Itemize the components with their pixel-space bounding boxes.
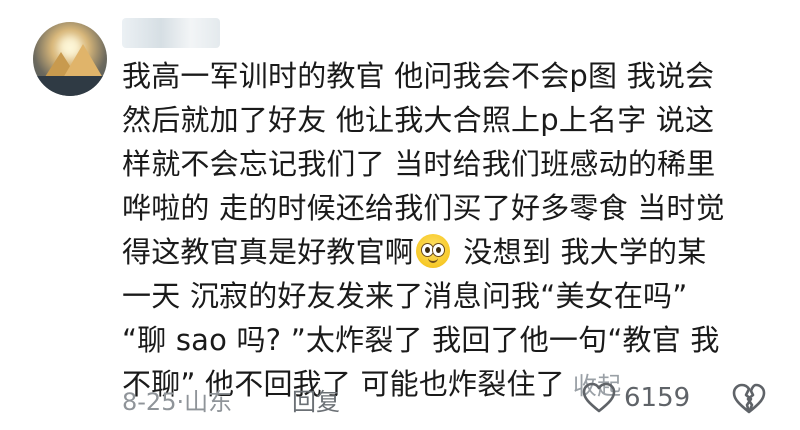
username-blurred[interactable] [122,18,220,48]
comment-line: “聊 sao 吗? ”太炸裂了 我回了他一句“教官 我 [122,323,720,357]
like-count: 6159 [624,383,691,413]
broken-heart-icon [732,383,766,415]
comment-line: 一天 沉寂的好友发来了消息问我“美女在吗” [122,279,688,313]
comment-text-segment: 得这教官真是好教官啊 [122,235,415,269]
like-button[interactable]: 6159 [582,382,690,414]
comment-line: 我高一军训时的教官 他问我会不会p图 我说会 [122,59,715,93]
comment-line: 样就不会忘记我们了 当时给我们班感动的稀里 [122,147,716,181]
pleading-face-emoji-icon [416,234,451,268]
dislike-button[interactable] [732,383,766,415]
heart-icon [582,382,616,414]
avatar-mountain [63,44,103,78]
reply-button[interactable]: 回复 [292,382,340,417]
avatar-ground [33,76,107,96]
comment-line: 哗啦的 走的时候还给我们买了好多零食 当时觉 [122,191,725,225]
user-avatar[interactable] [33,22,107,96]
comment-text: 我高一军训时的教官 他问我会不会p图 我说会 然后就加了好友 他让我大合照上p上… [122,54,772,406]
comment-date-location: 8-25·山东 [122,388,233,416]
comment-line: 然后就加了好友 他让我大合照上p上名字 说这 [122,103,715,137]
comment-line-with-emoji: 得这教官真是好教官啊 没想到 我大学的某 [122,230,772,274]
comment-text-segment: 没想到 我大学的某 [454,235,707,269]
